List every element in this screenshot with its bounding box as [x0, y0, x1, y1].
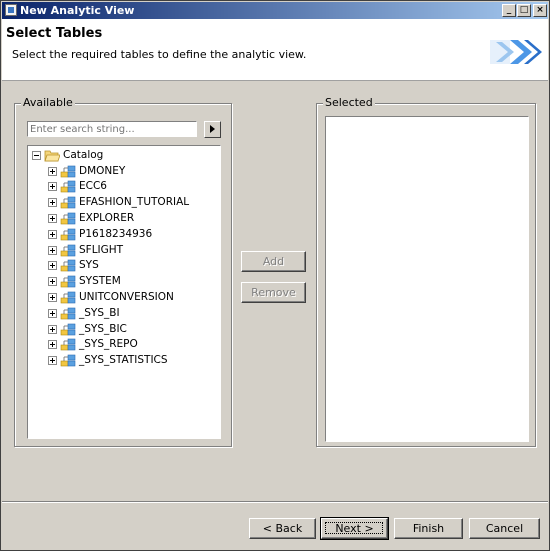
schema-icon: [60, 165, 76, 177]
expand-icon[interactable]: [48, 292, 57, 302]
schema-icon: [60, 354, 76, 367]
expand-icon[interactable]: [48, 166, 57, 176]
schema-icon: [60, 244, 76, 256]
tree-label-schema: UNITCONVERSION: [79, 290, 174, 303]
wizard-window: New Analytic View _ □ × Select Tables Se…: [0, 0, 550, 551]
expand-icon[interactable]: [48, 324, 57, 334]
tree-label-schema: _SYS_BIC: [79, 322, 127, 335]
expand-icon[interactable]: [48, 182, 57, 192]
expand-icon[interactable]: [48, 245, 57, 255]
schema-icon: [60, 196, 76, 209]
open-folder-icon: [44, 150, 60, 162]
tree-label-schema: ECC6: [79, 180, 107, 193]
wizard-arrows-icon: [490, 40, 542, 64]
page-title: Select Tables: [6, 26, 103, 41]
selected-group: Selected: [316, 96, 536, 447]
app-icon: [5, 4, 17, 16]
expand-icon[interactable]: [48, 356, 57, 366]
schema-icon: [60, 323, 76, 335]
tree-label-schema: EFASHION_TUTORIAL: [79, 196, 190, 209]
footer-separator: [2, 501, 548, 503]
page-description: Select the required tables to define the…: [12, 48, 307, 61]
schema-icon: [60, 275, 76, 288]
search-go-button[interactable]: [204, 121, 221, 138]
tree-label-schema: _SYS_STATISTICS: [79, 354, 168, 367]
tree-label-catalog: Catalog: [63, 149, 104, 161]
schema-icon: [60, 228, 76, 240]
finish-button[interactable]: Finish: [394, 518, 463, 539]
expand-icon[interactable]: [48, 213, 57, 223]
tree-label-schema: SYSTEM: [79, 275, 121, 288]
minimize-button[interactable]: _: [502, 4, 516, 17]
title-bar[interactable]: New Analytic View _ □ ×: [2, 2, 548, 19]
expand-icon[interactable]: [48, 308, 57, 318]
wizard-header: Select Tables Select the required tables…: [2, 19, 548, 81]
collapse-icon[interactable]: [32, 151, 41, 160]
tree-label-schema: DMONEY: [79, 164, 126, 177]
tree-label-schema: _SYS_BI: [79, 306, 120, 319]
maximize-button[interactable]: □: [517, 4, 531, 17]
tree-label-schema: _SYS_REPO: [79, 338, 138, 351]
next-button[interactable]: Next >: [320, 517, 389, 540]
selected-list[interactable]: [325, 116, 529, 442]
back-button[interactable]: < Back: [249, 518, 316, 539]
tree-label-schema: P1618234936: [79, 227, 153, 240]
available-label: Available: [21, 96, 75, 109]
available-group: Available Catalog DMONEY ECC6 EFASHION_TUT…: [14, 96, 232, 447]
window-title: New Analytic View: [20, 4, 135, 17]
focus-ring: [325, 522, 383, 534]
catalog-tree[interactable]: Catalog DMONEY ECC6 EFASHION_TUTORIAL EXPLO…: [27, 145, 221, 439]
schema-icon: [60, 338, 76, 351]
selected-label: Selected: [323, 96, 375, 109]
schema-icon: [60, 259, 76, 272]
tree-label-schema: SYS: [79, 259, 99, 272]
tree-label-schema: EXPLORER: [79, 211, 135, 224]
schema-icon: [60, 212, 76, 225]
search-input[interactable]: [27, 121, 197, 137]
cancel-button[interactable]: Cancel: [469, 518, 540, 539]
schema-icon: [60, 307, 76, 319]
add-button[interactable]: Add: [241, 251, 306, 272]
expand-icon[interactable]: [48, 340, 57, 350]
close-button[interactable]: ×: [533, 4, 547, 17]
expand-icon[interactable]: [48, 261, 57, 271]
tree-label-schema: SFLIGHT: [79, 243, 124, 256]
expand-icon[interactable]: [48, 229, 57, 239]
remove-button[interactable]: Remove: [241, 282, 306, 303]
expand-icon[interactable]: [48, 198, 57, 208]
schema-icon: [60, 291, 76, 304]
expand-icon[interactable]: [48, 277, 57, 287]
schema-icon: [60, 180, 76, 193]
